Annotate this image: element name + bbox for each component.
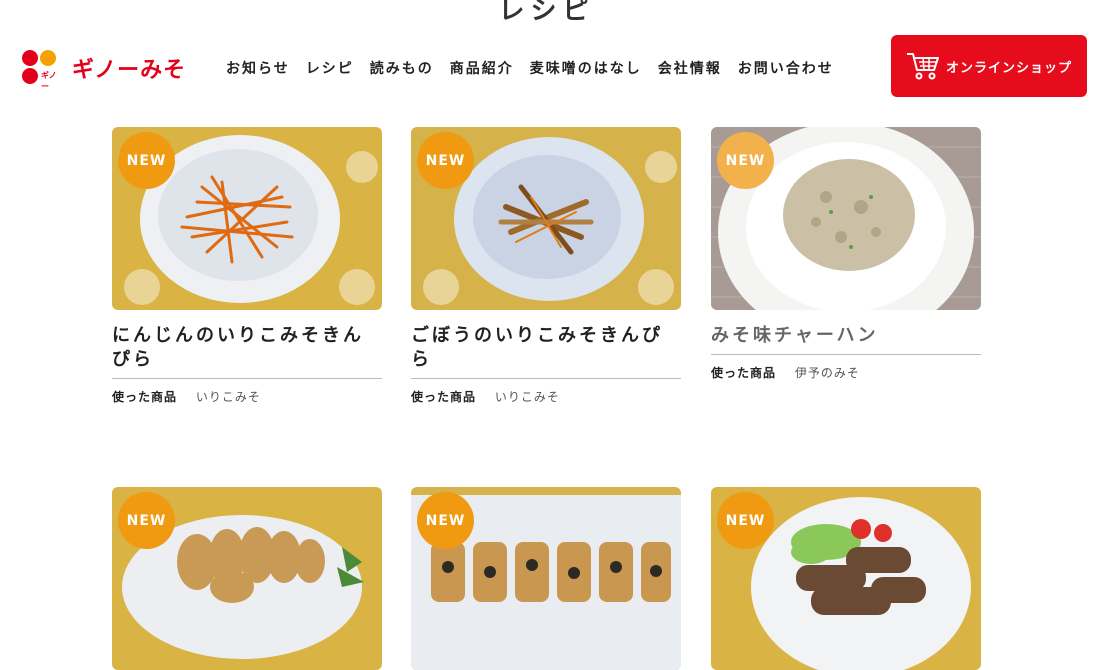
used-products-label: 使った商品 bbox=[112, 390, 178, 404]
new-badge: NEW bbox=[717, 492, 774, 549]
recipe-card[interactable]: NEW にんじんのいりこみそきんぴら 使った商品 いりこみそ bbox=[112, 127, 382, 405]
new-badge: NEW bbox=[417, 492, 474, 549]
recipe-card[interactable]: NEW bbox=[711, 487, 981, 670]
used-product-name[interactable]: 伊予のみそ bbox=[795, 366, 860, 380]
recipe-image-burdock-kinpira[interactable]: NEW bbox=[411, 127, 681, 310]
nav-item-articles[interactable]: 読みもの bbox=[370, 58, 434, 78]
used-products: 使った商品 いりこみそ bbox=[411, 388, 681, 405]
nav-item-company[interactable]: 会社情報 bbox=[658, 58, 722, 78]
recipe-card[interactable]: NEW みそ味チャーハン 使った商品 伊予のみそ bbox=[711, 127, 981, 381]
recipe-title[interactable]: ごぼうのいりこみそきんぴら bbox=[411, 324, 681, 379]
recipe-image-meat-rolls[interactable]: NEW bbox=[711, 487, 981, 670]
recipe-card[interactable]: NEW bbox=[411, 487, 681, 670]
used-products-label: 使った商品 bbox=[411, 390, 477, 404]
recipe-image-rolled-fried-tofu[interactable]: NEW bbox=[411, 487, 681, 670]
recipe-title[interactable]: にんじんのいりこみそきんぴら bbox=[112, 324, 382, 379]
logo-text: ギノーみそ bbox=[72, 58, 187, 83]
recipe-card[interactable]: NEW ごぼうのいりこみそきんぴら 使った商品 いりこみそ bbox=[411, 127, 681, 405]
page-title: レシピ bbox=[498, 0, 595, 26]
nav-item-recipe[interactable]: レシピ bbox=[306, 58, 354, 78]
new-badge: NEW bbox=[717, 132, 774, 189]
recipe-title[interactable]: みそ味チャーハン bbox=[711, 324, 981, 355]
nav-item-barley-miso[interactable]: 麦味噌のはなし bbox=[530, 58, 642, 78]
logo-mark-icon: ギノー bbox=[22, 50, 62, 91]
online-shop-label: オンラインショップ bbox=[945, 60, 1072, 76]
nav-item-products[interactable]: 商品紹介 bbox=[450, 58, 514, 78]
recipe-image-fried-tofu-pouches[interactable]: NEW bbox=[112, 487, 382, 670]
recipe-image-miso-fried-rice[interactable]: NEW bbox=[711, 127, 981, 310]
nav-item-contact[interactable]: お問い合わせ bbox=[738, 58, 834, 78]
recipe-image-carrot-kinpira[interactable]: NEW bbox=[112, 127, 382, 310]
recipe-card[interactable]: NEW bbox=[112, 487, 382, 670]
logo-small-text: ギノー bbox=[41, 71, 57, 91]
used-products-label: 使った商品 bbox=[711, 366, 777, 380]
new-badge: NEW bbox=[118, 132, 175, 189]
used-products: 使った商品 いりこみそ bbox=[112, 388, 382, 405]
nav-item-news[interactable]: お知らせ bbox=[226, 58, 290, 78]
used-products: 使った商品 伊予のみそ bbox=[711, 364, 981, 381]
used-product-name[interactable]: いりこみそ bbox=[196, 390, 261, 404]
online-shop-button[interactable]: オンラインショップ bbox=[891, 35, 1087, 97]
brand-logo[interactable]: ギノー ギノーみそ bbox=[22, 50, 187, 91]
cart-icon bbox=[906, 53, 939, 80]
used-product-name[interactable]: いりこみそ bbox=[495, 390, 560, 404]
main-nav: お知らせ レシピ 読みもの 商品紹介 麦味噌のはなし 会社情報 お問い合わせ bbox=[226, 58, 850, 78]
new-badge: NEW bbox=[417, 132, 474, 189]
new-badge: NEW bbox=[118, 492, 175, 549]
